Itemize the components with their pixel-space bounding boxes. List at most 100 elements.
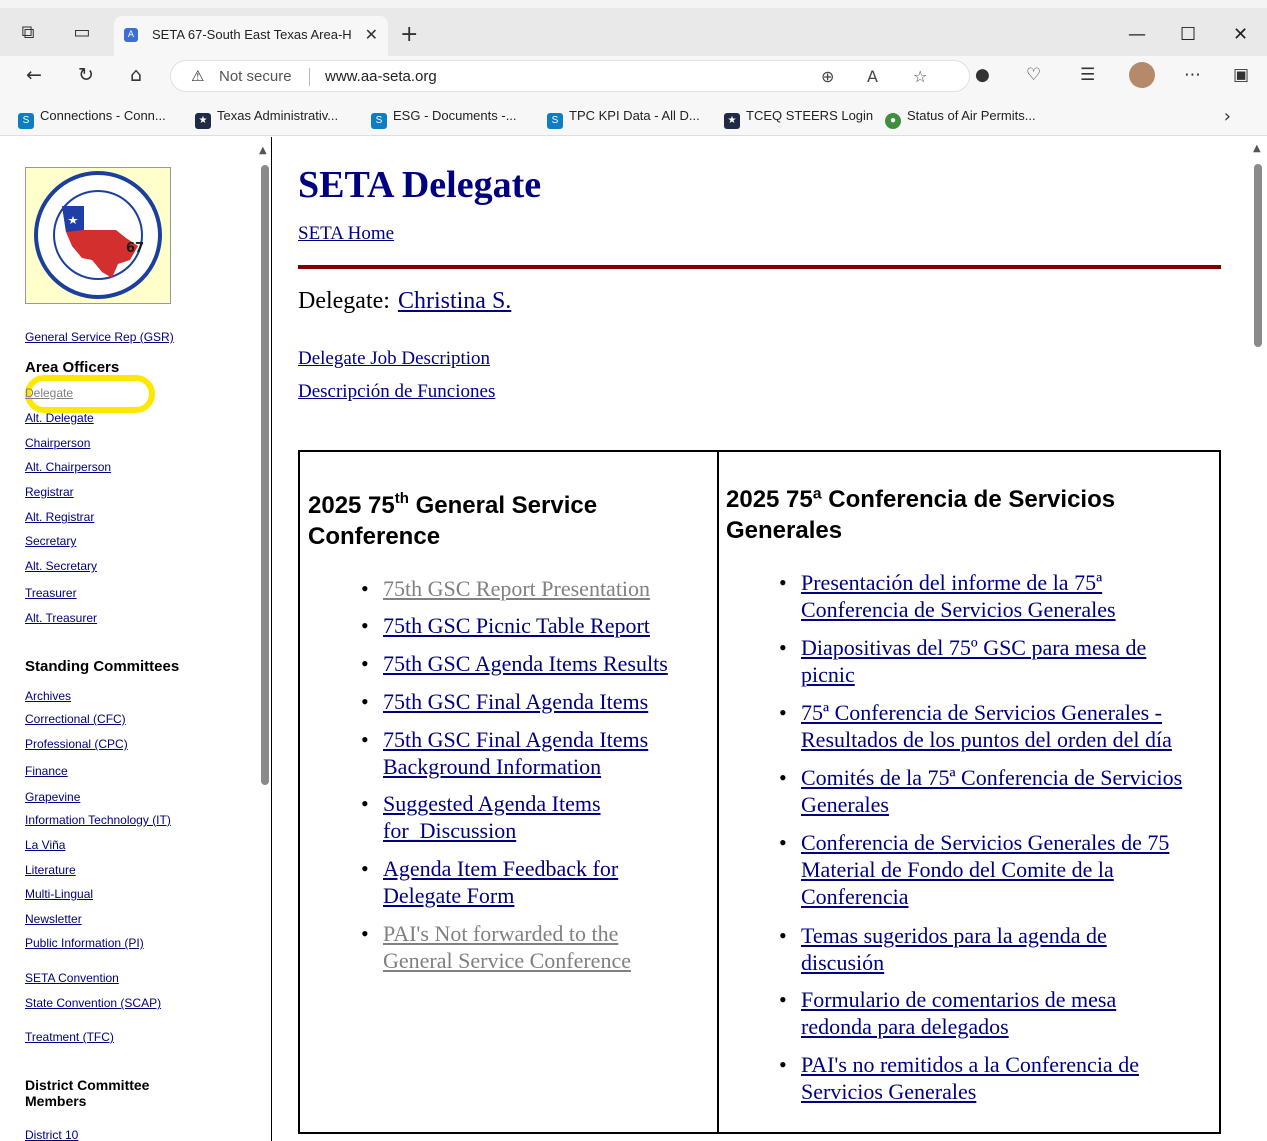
main-frame: SETA Delegate SETA Home Delegate: Christi… [273, 137, 1249, 1141]
sidebar-item-alt-registrar[interactable]: Alt. Registrar [25, 510, 94, 524]
list-item[interactable]: 75ª Conferencia de Servicios Generales -… [779, 699, 1211, 753]
sidebar-item-district-10[interactable]: District 10 [25, 1128, 78, 1141]
bookmark-item[interactable]: ★ Texas Administrativ... [195, 108, 338, 129]
sidebar-item-professional[interactable]: Professional (CPC) [25, 737, 128, 751]
sidebar-item-finance[interactable]: Finance [25, 764, 68, 778]
browser-essentials-icon[interactable]: ♡ [1026, 65, 1041, 85]
seta-logo: 67 [25, 167, 171, 304]
sidebar-item-alt-delegate[interactable]: Alt. Delegate [25, 411, 94, 425]
spanish-heading: 2025 75ª Conferencia de Servicios Genera… [726, 486, 1116, 544]
list-item[interactable]: Conferencia de Servicios Generales de 75… [779, 829, 1201, 910]
sharepoint-icon: S [371, 113, 387, 129]
sidebar-scroll-thumb[interactable] [261, 165, 269, 785]
delegate-name-link[interactable]: Christina S. [398, 288, 511, 314]
sidebar-item-it[interactable]: Information Technology (IT) [25, 813, 171, 827]
profile-avatar[interactable] [1129, 62, 1155, 88]
new-tab-icon[interactable]: + [400, 22, 418, 47]
address-bar: ← ↻ ⌂ ⚠ Not secure www.aa-seta.org ⊕ A ☆… [0, 56, 1267, 96]
extension-icon[interactable]: ● [975, 65, 990, 85]
district-committee-heading: District Committee Members [25, 1077, 150, 1109]
sidebar-item-la-vina[interactable]: La Viña [25, 838, 65, 852]
list-item[interactable]: Suggested Agenda Items for_Discussion [361, 790, 633, 844]
bookmark-label: TPC KPI Data - All D... [569, 108, 700, 123]
texas-star-icon: ★ [724, 113, 740, 129]
texas-star-icon: ★ [195, 113, 211, 129]
sidebar-item-alt-secretary[interactable]: Alt. Secretary [25, 559, 97, 573]
bookmark-label: ESG - Documents -... [393, 108, 517, 123]
list-item[interactable]: Agenda Item Feedback for Delegate Form [361, 855, 653, 909]
list-item[interactable]: 75th GSC Final Agenda Items Background I… [361, 726, 683, 780]
sidebar-item-treatment[interactable]: Treatment (TFC) [25, 1030, 114, 1044]
favorites-icon[interactable]: ☰ [1080, 65, 1095, 85]
bookmark-label: Status of Air Permits... [907, 108, 1036, 123]
bookmark-item[interactable]: S ESG - Documents -... [371, 108, 517, 129]
zoom-icon[interactable]: ⊕ [821, 67, 834, 86]
sidebar-item-archives[interactable]: Archives [25, 689, 71, 703]
favorite-star-icon[interactable]: ☆ [913, 67, 927, 86]
globe-icon: ● [885, 113, 901, 129]
list-item[interactable]: 75th GSC Picnic Table Report [361, 612, 650, 639]
home-icon[interactable]: ⌂ [130, 64, 142, 86]
list-item[interactable]: Formulario de comentarios de mesa redond… [779, 986, 1151, 1040]
list-item[interactable]: Presentación del informe de la 75ª Confe… [779, 569, 1201, 623]
bookmark-item[interactable]: ● Status of Air Permits... [885, 108, 1036, 129]
english-heading-sup: th [394, 490, 409, 507]
back-icon[interactable]: ← [26, 64, 42, 86]
security-status[interactable]: Not secure [219, 68, 292, 85]
sidebar-item-alt-chairperson[interactable]: Alt. Chairperson [25, 460, 111, 474]
omnibox-divider [309, 68, 310, 86]
seta-home-link[interactable]: SETA Home [298, 223, 394, 245]
more-menu-icon[interactable]: ⋯ [1184, 65, 1201, 85]
scroll-up-icon[interactable]: ▲ [259, 145, 267, 156]
main-scrollbar[interactable]: ▲ [1249, 137, 1267, 1141]
sidebar-item-delegate[interactable]: Delegate [25, 386, 73, 400]
warning-icon: ⚠ [191, 67, 205, 85]
list-item[interactable]: Temas sugeridos para la agenda de discus… [779, 922, 1141, 976]
browser-tab[interactable]: A SETA 67-South East Texas Area-Ho ✕ [114, 16, 388, 56]
workspaces-icon[interactable]: ⧉ [16, 21, 40, 45]
scroll-up-icon[interactable]: ▲ [1253, 143, 1261, 154]
list-item[interactable]: PAI's Not forwarded to the General Servi… [361, 920, 663, 974]
minimize-icon[interactable]: — [1128, 24, 1146, 45]
sidebar-item-chairperson[interactable]: Chairperson [25, 436, 90, 450]
sidebar-item-multi-lingual[interactable]: Multi-Lingual [25, 887, 93, 901]
sidebar-scrollbar[interactable]: ▲ [257, 145, 271, 1141]
descripcion-funciones-link[interactable]: Descripción de Funciones [298, 381, 495, 403]
list-item[interactable]: 75th GSC Report Presentation [361, 575, 650, 602]
sidebar-item-secretary[interactable]: Secretary [25, 534, 76, 548]
sidebar-item-correctional[interactable]: Correctional (CFC) [25, 712, 126, 726]
bookmarks-bar: S Connections - Conn... ★ Texas Administra… [0, 96, 1267, 136]
delegate-line: Delegate: Christina S. [298, 288, 511, 315]
list-item[interactable]: 75th GSC Final Agenda Items [361, 688, 648, 715]
sidebar-item-state-convention[interactable]: State Convention (SCAP) [25, 996, 161, 1010]
list-item[interactable]: Diapositivas del 75º GSC para mesa de pi… [779, 634, 1201, 688]
close-window-icon[interactable]: ✕ [1233, 24, 1248, 45]
list-item[interactable]: Comités de la 75ª Conferencia de Servici… [779, 764, 1213, 818]
refresh-icon[interactable]: ↻ [78, 64, 94, 86]
delegate-job-description-link[interactable]: Delegate Job Description [298, 348, 490, 370]
sidebar-item-seta-convention[interactable]: SETA Convention [25, 971, 119, 985]
url-text[interactable]: www.aa-seta.org [325, 68, 437, 85]
sidebar-item-gsr[interactable]: General Service Rep (GSR) [25, 330, 174, 344]
table-column-divider [717, 452, 719, 1132]
sidebar-item-alt-treasurer[interactable]: Alt. Treasurer [25, 611, 97, 625]
chevron-right-icon[interactable]: › [1224, 106, 1231, 127]
bookmark-item[interactable]: S TPC KPI Data - All D... [547, 108, 700, 129]
omnibox[interactable]: ⚠ Not secure www.aa-seta.org ⊕ A ☆ [170, 60, 970, 92]
sidebar-item-newsletter[interactable]: Newsletter [25, 912, 82, 926]
main-scroll-thumb[interactable] [1254, 164, 1262, 347]
sidebar-item-treasurer[interactable]: Treasurer [25, 586, 77, 600]
list-item[interactable]: 75th GSC Agenda Items Results [361, 650, 668, 677]
sidebar-item-registrar[interactable]: Registrar [25, 485, 74, 499]
sidebar-item-grapevine[interactable]: Grapevine [25, 790, 80, 804]
sidebar-toggle-icon[interactable]: ▣ [1233, 65, 1249, 85]
bookmark-item[interactable]: ★ TCEQ STEERS Login [724, 108, 873, 129]
read-aloud-icon[interactable]: A [867, 67, 878, 86]
close-tab-icon[interactable]: ✕ [365, 25, 378, 44]
sidebar-item-public-information[interactable]: Public Information (PI) [25, 936, 144, 950]
maximize-icon[interactable]: ☐ [1180, 24, 1196, 45]
tab-actions-icon[interactable]: ▭ [70, 21, 94, 45]
list-item[interactable]: PAI's no remitidos a la Conferencia de S… [779, 1051, 1181, 1105]
sidebar-item-literature[interactable]: Literature [25, 863, 76, 877]
bookmark-item[interactable]: S Connections - Conn... [18, 108, 166, 129]
